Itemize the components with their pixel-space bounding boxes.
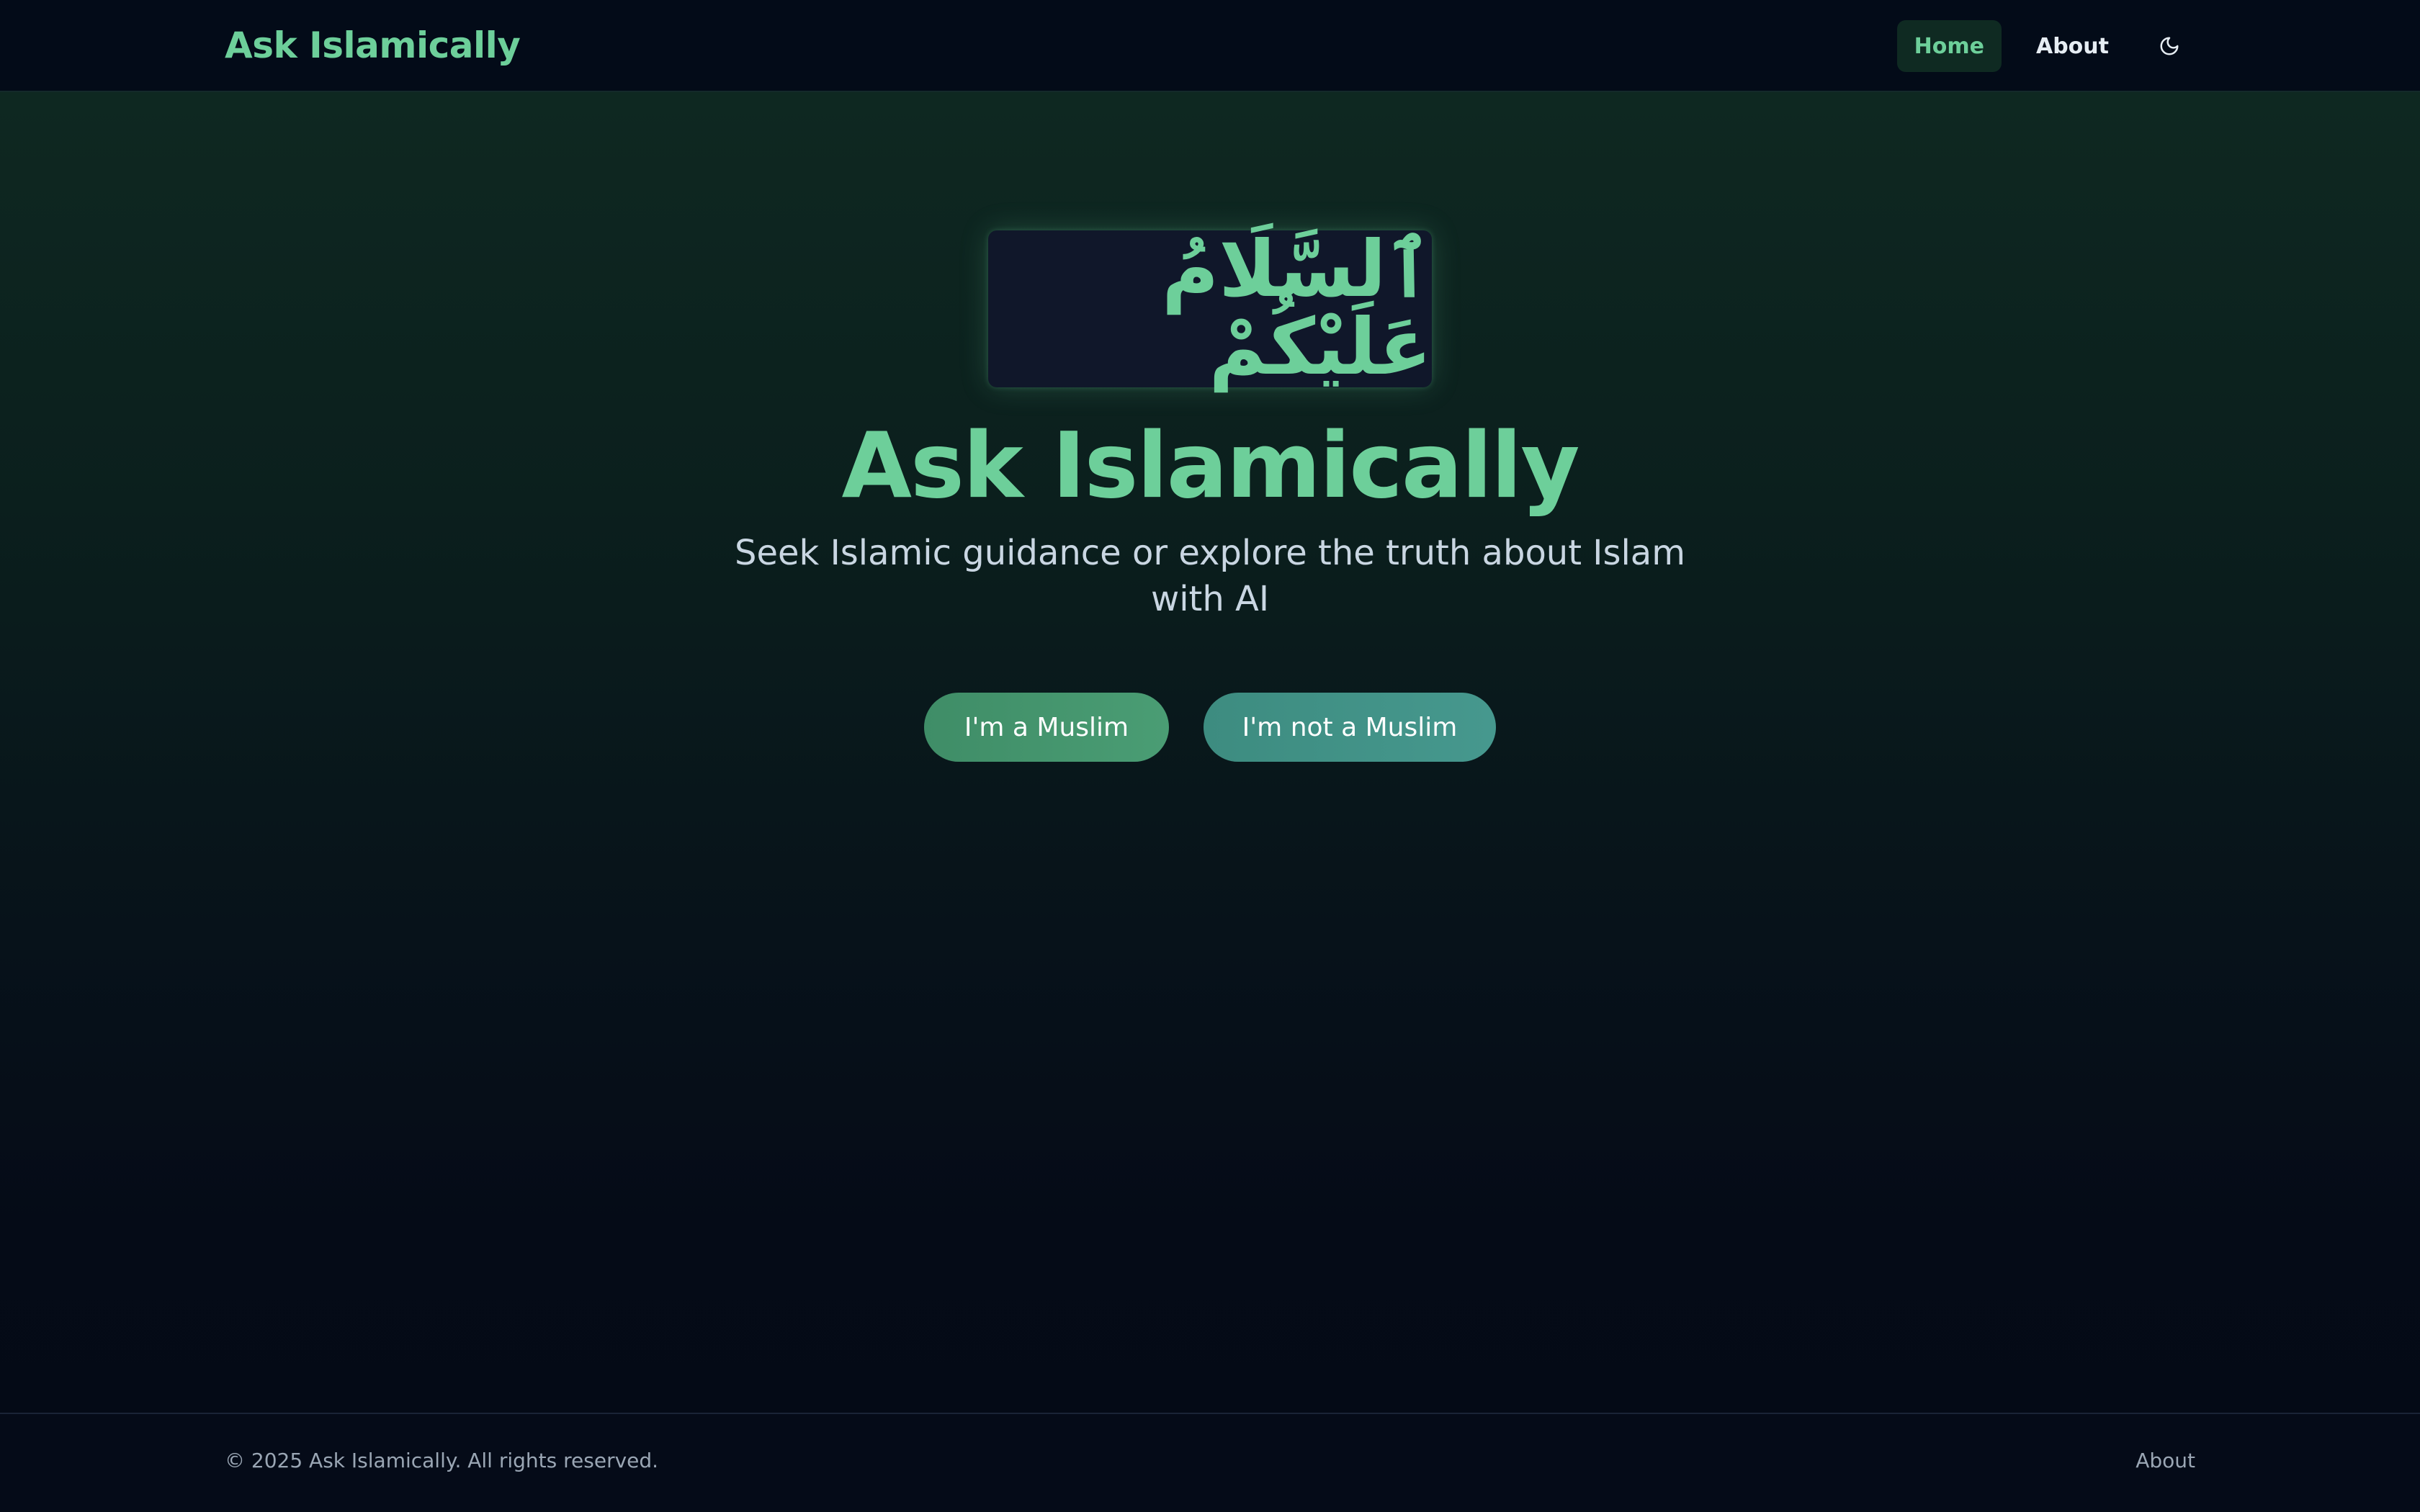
- nav-about-link[interactable]: About: [2019, 20, 2126, 72]
- footer-about-link[interactable]: About: [2136, 1449, 2195, 1472]
- moon-icon: [2160, 37, 2179, 55]
- im-a-muslim-button[interactable]: I'm a Muslim: [924, 693, 1169, 762]
- hero-title: Ask Islamically: [841, 413, 1580, 518]
- nav-home-link[interactable]: Home: [1896, 20, 2002, 72]
- arabic-greeting: ٱلسَّلَامُ عَلَيْكُمْ: [988, 230, 1432, 387]
- copyright-text: © 2025 Ask Islamically. All rights reser…: [225, 1449, 659, 1472]
- theme-toggle-button[interactable]: [2143, 20, 2195, 72]
- top-navbar: Ask Islamically Home About: [0, 0, 2420, 92]
- cta-buttons: I'm a Muslim I'm not a Muslim: [0, 693, 2420, 762]
- footer: © 2025 Ask Islamically. All rights reser…: [0, 1413, 2420, 1512]
- page: Ask Islamically Home About ٱلسَّلَامُ عَ…: [0, 0, 2420, 1512]
- im-not-a-muslim-button[interactable]: I'm not a Muslim: [1204, 693, 1496, 762]
- hero-subtitle: Seek Islamic guidance or explore the tru…: [735, 533, 1685, 619]
- main-nav: Home About: [1896, 20, 2195, 72]
- brand-logo-link[interactable]: Ask Islamically: [225, 24, 521, 66]
